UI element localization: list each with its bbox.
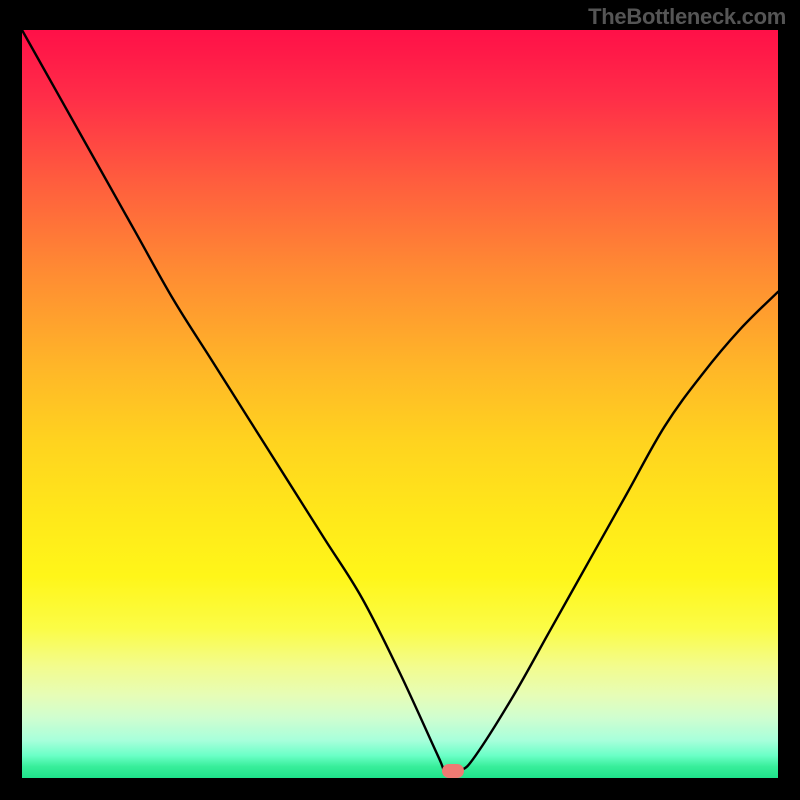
attribution-label: TheBottleneck.com xyxy=(588,4,786,30)
bottleneck-curve xyxy=(22,30,778,778)
plot-area xyxy=(22,30,778,778)
optimal-marker xyxy=(442,764,464,778)
chart-container: TheBottleneck.com xyxy=(0,0,800,800)
